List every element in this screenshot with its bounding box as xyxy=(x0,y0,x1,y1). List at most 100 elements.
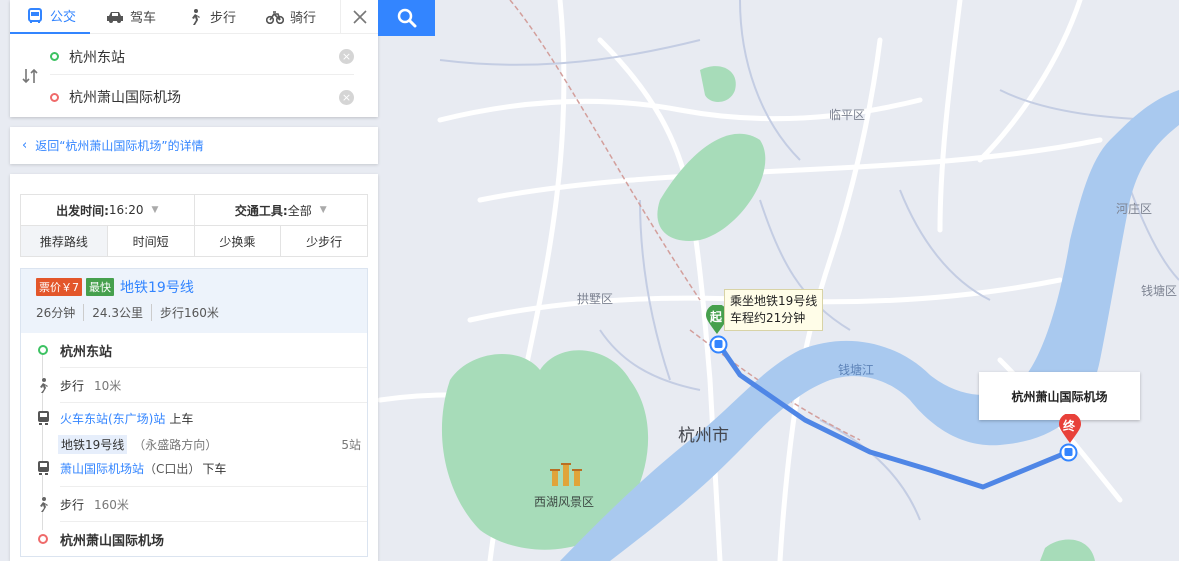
search-button[interactable] xyxy=(378,0,435,36)
route-plan-meta: 26分钟 24.3公里 步行160米 xyxy=(36,304,353,321)
tab-bike-label: 骑行 xyxy=(290,11,317,26)
step-board: 火车东站(东广场)站 上车 xyxy=(36,403,367,433)
tab-walk-label: 步行 xyxy=(210,11,237,26)
route-filters: 出发时间: 16:20 ▼ 交通工具: 全部 ▼ 推荐路线 时间短 少换乘 少步… xyxy=(20,194,368,257)
tooltip-line2: 车程约21分钟 xyxy=(730,311,806,325)
close-icon xyxy=(352,10,367,24)
walk-icon xyxy=(36,377,50,393)
route-steps: 杭州东站 步行 10米 火车东站(东广场)站 上车 地铁19号线 （永盛路方向）… xyxy=(21,333,367,556)
route-result-panel: 出发时间: 16:20 ▼ 交通工具: 全部 ▼ 推荐路线 时间短 少换乘 少步… xyxy=(10,174,378,561)
map-label-xihu: 西湖风景区 xyxy=(534,495,595,509)
step-end-name: 杭州萧山国际机场 xyxy=(60,533,165,549)
chevron-left-icon: ‹ xyxy=(22,138,28,153)
swap-icon xyxy=(22,68,38,84)
sort-tab-recommended[interactable]: 推荐路线 xyxy=(21,226,107,256)
map-label-hangzhou: 杭州市 xyxy=(678,426,729,446)
route-duration: 26分钟 xyxy=(36,306,76,320)
transport-label: 交通工具: xyxy=(234,203,288,218)
pagoda-icon xyxy=(548,462,584,488)
tab-car-label: 驾车 xyxy=(130,11,157,26)
line-chip[interactable]: 地铁19号线 xyxy=(58,434,128,454)
alight-station-link[interactable]: 萧山国际机场站 xyxy=(60,460,144,477)
bike-icon xyxy=(266,9,285,25)
tab-walk[interactable]: 步行 xyxy=(170,0,250,34)
board-action: 上车 xyxy=(169,411,194,426)
map-label-qiantang-river: 钱塘江 xyxy=(838,363,875,377)
back-to-details-link[interactable]: ‹ 返回“杭州萧山国际机场”的详情 xyxy=(10,127,378,164)
step-start: 杭州东站 xyxy=(36,333,367,367)
route-stops: × × xyxy=(10,34,378,116)
walk-icon xyxy=(36,496,50,512)
sort-tab-fewer-transfers[interactable]: 少换乘 xyxy=(193,226,281,256)
end-marker[interactable]: 终 xyxy=(1058,414,1082,444)
line-direction: （永盛路方向） xyxy=(133,437,218,452)
origin-row: × xyxy=(50,39,354,75)
filter-row: 出发时间: 16:20 ▼ 交通工具: 全部 ▼ xyxy=(21,195,367,226)
origin-dot-icon xyxy=(50,52,59,61)
origin-input[interactable] xyxy=(69,48,339,65)
clear-origin-button[interactable]: × xyxy=(339,49,354,64)
map-label-qiantang: 钱塘区 xyxy=(1141,284,1178,298)
alight-action: 下车 xyxy=(202,461,227,476)
start-marker-label: 起 xyxy=(710,310,723,324)
transport-dropdown[interactable]: 交通工具: 全部 ▼ xyxy=(193,195,368,225)
route-distance: 24.3公里 xyxy=(83,304,143,321)
map-label-linping: 临平区 xyxy=(829,108,866,122)
sort-tabs: 推荐路线 时间短 少换乘 少步行 xyxy=(21,226,367,256)
destination-row: × xyxy=(50,79,354,115)
step-walk-1: 步行 10米 xyxy=(36,368,367,402)
close-button[interactable] xyxy=(340,0,378,34)
step-walk-1-distance: 10米 xyxy=(94,378,122,393)
step-alight: 萧山国际机场站 （C口出） 下车 xyxy=(36,455,367,481)
route-walk-distance: 步行160米 xyxy=(151,304,219,321)
sort-tab-shortest-time[interactable]: 时间短 xyxy=(106,226,194,256)
destination-input[interactable] xyxy=(69,89,339,105)
subway-icon xyxy=(36,461,50,475)
transport-value: 全部 xyxy=(287,203,312,218)
end-marker-label: 终 xyxy=(1063,419,1076,433)
step-walk-2: 步行 160米 xyxy=(36,487,367,521)
board-station-link[interactable]: 火车东站(东广场)站 xyxy=(60,410,165,427)
step-walk-2-distance: 160米 xyxy=(94,497,129,512)
clear-destination-button[interactable]: × xyxy=(339,89,354,105)
map-label-gongshu: 拱墅区 xyxy=(577,292,614,306)
route-search-card: 公交 驾车 步行 骑行 × xyxy=(10,0,378,117)
alight-exit: （C口出） xyxy=(144,461,201,476)
depart-time-value: 16:20 xyxy=(108,203,144,217)
destination-box[interactable]: 杭州萧山国际机场 xyxy=(979,372,1140,420)
step-walk-2-label: 步行 xyxy=(60,497,85,512)
step-start-name: 杭州东站 xyxy=(60,344,113,360)
travel-mode-tabs: 公交 驾车 步行 骑行 xyxy=(10,0,378,34)
depart-time-label: 出发时间: xyxy=(56,203,109,218)
walk-icon xyxy=(186,8,204,25)
start-station-icon[interactable] xyxy=(709,335,728,354)
destination-dot-icon xyxy=(50,92,59,102)
bus-icon xyxy=(26,7,44,24)
start-dot-icon xyxy=(36,343,50,357)
back-link-label: 返回“杭州萧山国际机场”的详情 xyxy=(35,139,204,153)
step-end: 杭州萧山国际机场 xyxy=(36,522,367,556)
route-plan-header[interactable]: 票价￥7 最快 地铁19号线 26分钟 24.3公里 步行160米 xyxy=(21,269,367,333)
end-station-icon[interactable] xyxy=(1059,443,1078,462)
line-info-row: 地铁19号线 （永盛路方向） 5站 xyxy=(36,433,367,455)
sort-tab-less-walking[interactable]: 少步行 xyxy=(280,226,367,256)
map-label-hezhuang: 河庄区 xyxy=(1116,202,1153,216)
price-badge: 票价￥7 xyxy=(36,278,82,296)
tab-car[interactable]: 驾车 xyxy=(90,0,170,34)
end-dot-icon xyxy=(36,532,50,546)
route-plan-card: 票价￥7 最快 地铁19号线 26分钟 24.3公里 步行160米 杭州东站 步… xyxy=(20,268,368,557)
swap-stops-button[interactable] xyxy=(21,67,39,85)
caret-down-icon: ▼ xyxy=(319,205,327,215)
step-walk-1-label: 步行 xyxy=(60,378,85,393)
tab-bus[interactable]: 公交 xyxy=(10,0,91,34)
depart-time-dropdown[interactable]: 出发时间: 16:20 ▼ xyxy=(21,195,194,225)
route-plan-title: 票价￥7 最快 地铁19号线 xyxy=(36,277,353,297)
caret-down-icon: ▼ xyxy=(151,205,159,215)
route-line-name: 地铁19号线 xyxy=(120,280,194,296)
stop-count: 5站 xyxy=(341,437,361,452)
fastest-badge: 最快 xyxy=(86,278,114,296)
subway-icon xyxy=(36,411,50,425)
route-tooltip: 乘坐地铁19号线 车程约21分钟 xyxy=(724,289,824,331)
search-icon xyxy=(397,8,416,28)
tab-bike[interactable]: 骑行 xyxy=(250,0,330,34)
